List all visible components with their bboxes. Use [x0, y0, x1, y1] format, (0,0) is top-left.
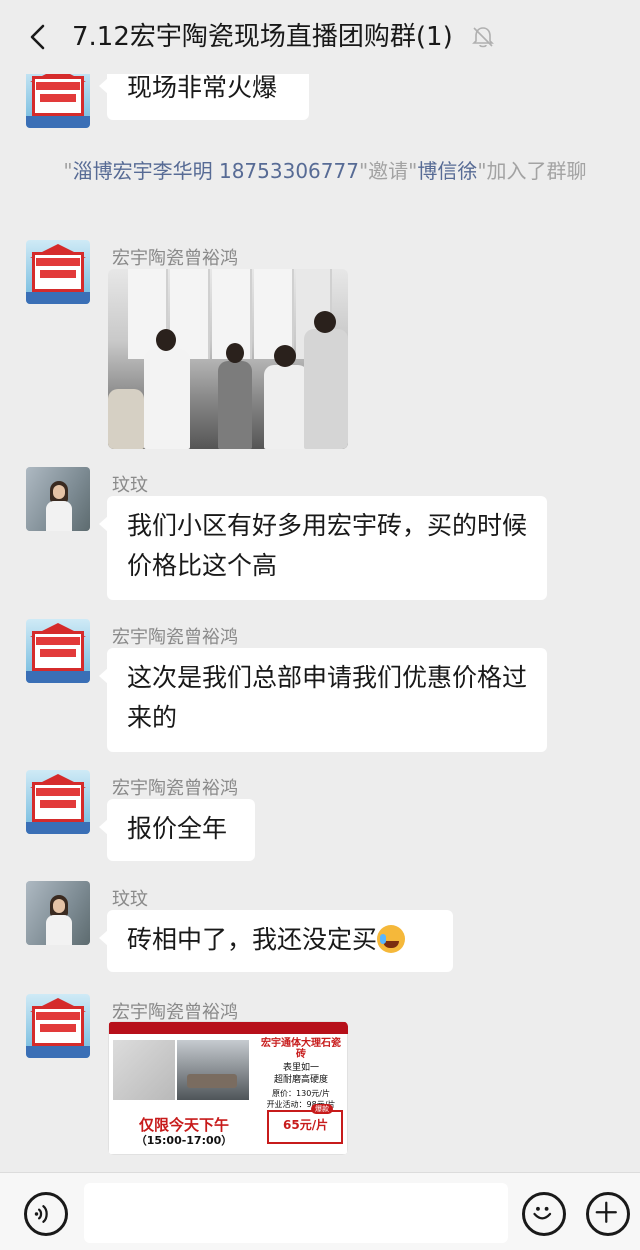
ceramic-promo-avatar[interactable] — [26, 619, 90, 683]
crying-laughing-emoji-icon — [377, 925, 406, 953]
ceramic-promo-avatar[interactable] — [26, 240, 90, 304]
tile-promo-poster[interactable]: 宏宇通体大理石瓷砖 表里如一 超耐磨高硬度 原价：130元/片 开业活动：98元/片… — [108, 1021, 348, 1155]
message-bubble[interactable]: 报价全年 — [99, 799, 255, 861]
ceramic-promo-avatar[interactable] — [26, 770, 90, 834]
emoji-icon[interactable] — [522, 1192, 566, 1236]
sender-name: 宏宇陶瓷曾裕鸿 — [112, 627, 238, 648]
chevron-left-icon[interactable] — [24, 22, 54, 52]
voice-icon[interactable] — [24, 1192, 68, 1236]
message-bubble[interactable]: 我们小区有好多用宏宇砖，买的时候价格比这个高 — [99, 496, 547, 600]
system-notice: "淄博宏宇李华明 18753306777"邀请"博信徐"加入了群聊 — [63, 159, 587, 183]
inviter-link[interactable]: 淄博宏宇李华明 18753306777 — [73, 159, 359, 183]
invitee-link[interactable]: 博信徐 — [417, 159, 477, 183]
chat-title: 7.12宏宇陶瓷现场直播团购群(1) — [72, 22, 453, 52]
message-list[interactable]: 现场非常火爆 "淄博宏宇李华明 18753306777"邀请"博信徐"加入了群聊… — [0, 74, 640, 1172]
ceramic-promo-avatar[interactable] — [26, 74, 90, 128]
chat-header: 7.12宏宇陶瓷现场直播团购群(1) — [0, 0, 640, 74]
ceramic-promo-avatar[interactable] — [26, 994, 90, 1058]
sender-name: 宏宇陶瓷曾裕鸿 — [112, 248, 238, 269]
plus-icon[interactable] — [586, 1192, 630, 1236]
sender-name: 宏宇陶瓷曾裕鸿 — [112, 778, 238, 799]
person-avatar[interactable] — [26, 467, 90, 531]
showroom-crowd-photo[interactable] — [108, 269, 348, 449]
input-bar — [0, 1172, 640, 1250]
message-bubble[interactable]: 砖相中了，我还没定买 — [99, 910, 453, 972]
message-input[interactable] — [84, 1183, 508, 1243]
message-bubble[interactable]: 现场非常火爆 — [99, 74, 309, 120]
message-bubble[interactable]: 这次是我们总部申请我们优惠价格过来的 — [99, 648, 547, 752]
person-avatar[interactable] — [26, 881, 90, 945]
sender-name: 玟玟 — [112, 475, 148, 496]
sender-name: 玟玟 — [112, 889, 148, 910]
bell-off-icon — [472, 27, 494, 48]
